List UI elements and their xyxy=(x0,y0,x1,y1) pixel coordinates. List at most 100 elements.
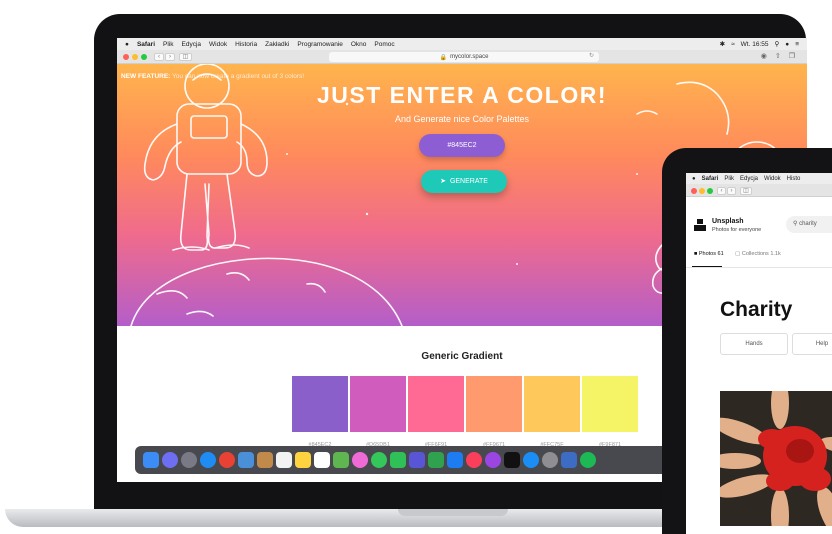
back-arrow-icon[interactable]: ‹ xyxy=(154,53,164,61)
photos-icon[interactable] xyxy=(352,452,368,468)
sidebar-toggle-icon[interactable]: ◫ xyxy=(179,53,192,61)
notes-icon[interactable] xyxy=(295,452,311,468)
related-tag-chip[interactable]: Help xyxy=(792,333,832,355)
tablet-browser-toolbar: ‹ › ◫ xyxy=(686,184,832,197)
contacts-icon[interactable] xyxy=(257,452,273,468)
hero-title: JUST ENTER A COLOR! xyxy=(316,82,608,108)
control-center-icon[interactable]: ≡ xyxy=(795,41,799,48)
menubar-clock[interactable]: Wt. 16:55 xyxy=(741,41,769,48)
facetime-icon[interactable] xyxy=(390,452,406,468)
menu-item-file[interactable]: Plik xyxy=(163,41,173,48)
preview-icon[interactable] xyxy=(561,452,577,468)
numbers-icon[interactable] xyxy=(428,452,444,468)
search-result-photo[interactable] xyxy=(720,391,832,526)
hero-subtitle: And Generate nice Color Palettes xyxy=(394,114,530,124)
color-swatch[interactable] xyxy=(582,376,638,432)
siri-icon[interactable]: ● xyxy=(785,41,789,48)
hands-photo-illustration xyxy=(720,391,832,526)
menu-item-view[interactable]: Widok xyxy=(209,41,227,48)
mail-icon[interactable] xyxy=(238,452,254,468)
menu-item-window[interactable]: Okno xyxy=(351,41,367,48)
tab-collections[interactable]: ▢ Collections 1.1k xyxy=(735,251,781,257)
tabs-overview-icon[interactable]: ❐ xyxy=(789,52,795,60)
laptop-notch xyxy=(398,509,508,516)
keynote-icon[interactable] xyxy=(447,452,463,468)
window-close-icon[interactable] xyxy=(123,54,129,60)
menu-item-history[interactable]: Histo xyxy=(787,176,801,182)
apple-menu-icon[interactable]: ● xyxy=(692,176,696,182)
color-swatch[interactable] xyxy=(524,376,580,432)
send-arrow-icon: ➤ xyxy=(440,178,446,185)
window-minimize-icon[interactable] xyxy=(699,188,705,194)
menu-item-history[interactable]: Historia xyxy=(235,41,257,48)
menu-item-file[interactable]: Plik xyxy=(724,176,734,182)
search-input[interactable]: ⚲ charity xyxy=(786,216,832,233)
spotlight-icon[interactable]: ⚲ xyxy=(775,40,780,48)
laptop-base xyxy=(5,509,695,527)
menu-item-view[interactable]: Widok xyxy=(764,176,781,182)
color-swatch[interactable] xyxy=(350,376,406,432)
share-icon[interactable]: ⇧ xyxy=(775,52,781,60)
maps-icon[interactable] xyxy=(333,452,349,468)
system-preferences-icon[interactable] xyxy=(542,452,558,468)
chrome-icon[interactable] xyxy=(219,452,235,468)
forward-arrow-icon[interactable]: › xyxy=(727,187,736,195)
window-zoom-icon[interactable] xyxy=(141,54,147,60)
tab-photos[interactable]: ■ Photos 61 xyxy=(694,251,724,257)
extension-icon[interactable]: ◉ xyxy=(761,52,767,60)
tv-icon[interactable] xyxy=(504,452,520,468)
launchpad-icon[interactable] xyxy=(181,452,197,468)
color-swatch[interactable] xyxy=(408,376,464,432)
back-arrow-icon[interactable]: ‹ xyxy=(717,187,726,195)
related-tag-chip[interactable]: Hands xyxy=(720,333,788,355)
music-icon[interactable] xyxy=(466,452,482,468)
wifi-icon[interactable]: ≈ xyxy=(731,41,735,48)
spotify-icon[interactable] xyxy=(580,452,596,468)
siri-app-icon[interactable] xyxy=(162,452,178,468)
tab-collections-label: Collections 1.1k xyxy=(741,251,781,257)
podcasts-icon[interactable] xyxy=(485,452,501,468)
browser-toolbar: ‹ › ◫ 🔒 mycolor.space ↻ ◉ ⇧ ❐ xyxy=(117,50,807,64)
unsplash-logo-icon[interactable] xyxy=(694,219,706,231)
generate-button[interactable]: ➤ GENERATE xyxy=(421,170,507,193)
announcement-text: You can now create a gradient out of 3 c… xyxy=(172,73,305,80)
menu-app-name[interactable]: Safari xyxy=(137,41,155,48)
url-text: mycolor.space xyxy=(450,54,489,60)
window-minimize-icon[interactable] xyxy=(132,54,138,60)
forward-arrow-icon[interactable]: › xyxy=(165,53,175,61)
reload-icon[interactable]: ↻ xyxy=(589,52,594,59)
menu-item-edit[interactable]: Edycja xyxy=(182,41,202,48)
tab-photos-label: Photos 61 xyxy=(698,251,724,257)
brand-tagline: Photos for everyone xyxy=(712,227,762,233)
tablet-screen: ● Safari Plik Edycja Widok Histo ‹ › ◫ U… xyxy=(686,173,832,534)
lock-icon: 🔒 xyxy=(439,54,448,61)
color-input[interactable]: #845EC2 xyxy=(419,134,505,157)
menu-item-edit[interactable]: Edycja xyxy=(740,176,758,182)
sidebar-toggle-icon[interactable]: ◫ xyxy=(740,187,752,195)
mac-dock xyxy=(135,446,675,474)
menu-item-help[interactable]: Pomoc xyxy=(374,41,394,48)
messages-icon[interactable] xyxy=(371,452,387,468)
tablet-menubar: ● Safari Plik Edycja Widok Histo xyxy=(686,173,832,184)
color-swatch[interactable] xyxy=(466,376,522,432)
menu-item-develop[interactable]: Programowanie xyxy=(297,41,343,48)
tabs-divider xyxy=(686,267,832,268)
safari-icon[interactable] xyxy=(200,452,216,468)
address-bar[interactable]: 🔒 mycolor.space ↻ xyxy=(329,52,599,62)
pages-icon[interactable] xyxy=(409,452,425,468)
window-close-icon[interactable] xyxy=(691,188,697,194)
menu-app-name[interactable]: Safari xyxy=(702,176,719,182)
announcement-prefix: NEW FEATURE: xyxy=(121,73,171,80)
bluetooth-icon[interactable]: ✱ xyxy=(720,40,725,48)
window-zoom-icon[interactable] xyxy=(707,188,713,194)
mac-menubar: ● Safari Plik Edycja Widok Historia Zakł… xyxy=(117,38,807,50)
finder-icon[interactable] xyxy=(143,452,159,468)
menu-item-bookmarks[interactable]: Zakładki xyxy=(265,41,289,48)
brand-name[interactable]: Unsplash xyxy=(712,218,744,225)
reminders-icon[interactable] xyxy=(314,452,330,468)
announcement-banner[interactable]: NEW FEATURE: You can now create a gradie… xyxy=(121,73,304,80)
app-store-icon[interactable] xyxy=(523,452,539,468)
calendar-icon[interactable] xyxy=(276,452,292,468)
apple-menu-icon[interactable]: ● xyxy=(125,41,129,48)
color-swatch[interactable] xyxy=(292,376,348,432)
